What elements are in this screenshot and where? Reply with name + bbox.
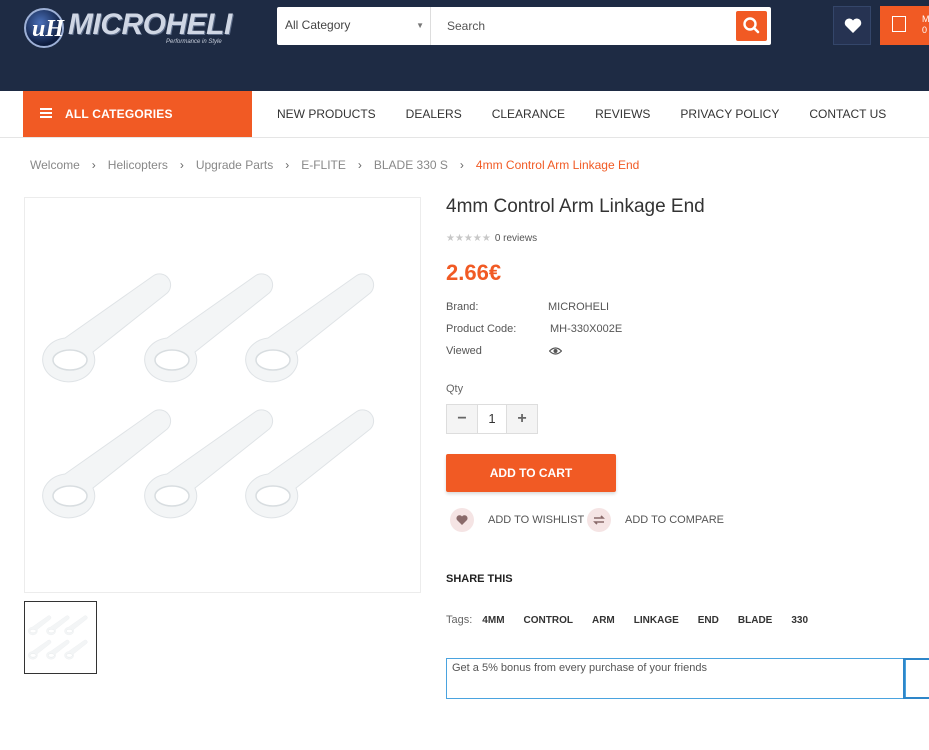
viewed-label: Viewed (446, 345, 482, 357)
product-rating[interactable]: ★★★★★ 0 reviews (446, 233, 537, 244)
product-image-linkage-ends (41, 273, 375, 519)
breadcrumb-current: 4mm Control Arm Linkage End (475, 158, 640, 172)
add-to-cart-button[interactable]: ADD TO CART (446, 454, 616, 492)
logo-mark: uH (24, 8, 64, 48)
share-this-heading: SHARE THIS (446, 573, 513, 585)
add-to-compare-link[interactable]: ADD TO COMPARE (587, 508, 724, 532)
breadcrumb-upgrade-parts[interactable]: Upgrade Parts (196, 158, 273, 172)
heart-icon (844, 18, 862, 33)
search-input[interactable] (432, 7, 732, 45)
cart-icon (892, 16, 906, 32)
nav-link-privacy-policy[interactable]: PRIVACY POLICY (665, 91, 794, 137)
product-main-image[interactable] (24, 197, 421, 593)
qty-increase-button[interactable]: + (507, 405, 537, 433)
referral-bonus-field[interactable]: Get a 5% bonus from every purchase of yo… (446, 658, 906, 699)
breadcrumb-welcome[interactable]: Welcome (30, 158, 80, 172)
heart-icon (450, 508, 474, 532)
referral-bonus-button[interactable] (903, 658, 929, 699)
search-icon (743, 17, 760, 34)
header-bar: uH MICROHELI Performance in Style All Ca… (0, 0, 929, 91)
brand-value[interactable]: MICROHELI (548, 301, 609, 313)
wishlist-button[interactable] (833, 6, 871, 45)
tag-link[interactable]: 4MM (482, 615, 504, 626)
tags-list: Tags: 4MM CONTROL ARM LINKAGE END BLADE … (446, 614, 827, 626)
nav-links: NEW PRODUCTS DEALERS CLEARANCE REVIEWS P… (262, 91, 901, 137)
site-logo[interactable]: uH MICROHELI Performance in Style (24, 6, 236, 48)
product-code-label: Product Code: (446, 323, 517, 335)
logo-text: MICROHELI (68, 8, 232, 41)
nav-link-contact-us[interactable]: CONTACT US (794, 91, 901, 137)
tags-label: Tags: (446, 614, 473, 626)
add-to-wishlist-link[interactable]: ADD TO WISHLIST (450, 508, 584, 532)
breadcrumb-separator: › (91, 158, 96, 172)
nav-link-clearance[interactable]: CLEARANCE (477, 91, 580, 137)
cart-summary: M 0 (922, 14, 929, 36)
brand-label: Brand: (446, 301, 479, 313)
dropdown-arrow-icon: ▼ (416, 21, 424, 30)
main-nav: ALL CATEGORIES NEW PRODUCTS DEALERS CLEA… (0, 91, 929, 138)
cart-summary-line1: M (922, 14, 929, 24)
cart-button[interactable]: M 0 (880, 6, 929, 45)
tag-link[interactable]: ARM (592, 615, 615, 626)
breadcrumb-separator: › (179, 158, 184, 172)
quantity-stepper: − 1 + (446, 404, 538, 434)
all-categories-button[interactable]: ALL CATEGORIES (23, 91, 252, 137)
qty-decrease-button[interactable]: − (447, 405, 477, 433)
product-price: 2.66€ (446, 260, 502, 285)
breadcrumb-separator: › (357, 158, 362, 172)
breadcrumb-separator: › (459, 158, 464, 172)
add-to-compare-label: ADD TO COMPARE (625, 514, 725, 526)
nav-link-reviews[interactable]: REVIEWS (580, 91, 665, 137)
rating-stars: ★★★★★ (446, 233, 491, 244)
breadcrumb-helicopters[interactable]: Helicopters (108, 158, 168, 172)
hamburger-icon (40, 108, 52, 118)
thumbnail-image (28, 615, 88, 660)
category-select[interactable]: All Category ▼ (277, 7, 431, 45)
tag-link[interactable]: 330 (791, 615, 808, 626)
breadcrumb-blade-330s[interactable]: BLADE 330 S (374, 158, 448, 172)
product-code-value: MH-330X002E (550, 323, 623, 335)
logo-mark-text: uH (32, 16, 65, 42)
breadcrumb-e-flite[interactable]: E-FLITE (301, 158, 346, 172)
tag-link[interactable]: END (698, 615, 719, 626)
add-to-wishlist-label: ADD TO WISHLIST (488, 514, 585, 526)
breadcrumb: Welcome › Helicopters › Upgrade Parts › … (30, 158, 639, 172)
tag-link[interactable]: CONTROL (524, 615, 573, 626)
search-button[interactable] (736, 11, 767, 41)
reviews-count: 0 reviews (494, 233, 538, 244)
search-bar: All Category ▼ (277, 7, 771, 45)
product-title: 4mm Control Arm Linkage End (446, 196, 705, 217)
qty-label: Qty (446, 383, 464, 395)
breadcrumb-separator: › (285, 158, 290, 172)
all-categories-label: ALL CATEGORIES (65, 107, 173, 121)
nav-link-dealers[interactable]: DEALERS (391, 91, 477, 137)
cart-summary-line2: 0 (922, 25, 928, 35)
logo-tagline: Performance in Style (166, 39, 222, 45)
qty-input[interactable]: 1 (477, 405, 507, 433)
eye-icon (549, 347, 562, 355)
compare-icon (587, 508, 611, 532)
tag-link[interactable]: LINKAGE (634, 615, 679, 626)
tag-link[interactable]: BLADE (738, 615, 772, 626)
category-select-value: All Category (285, 18, 351, 32)
nav-link-new-products[interactable]: NEW PRODUCTS (262, 91, 391, 137)
product-thumbnail[interactable] (24, 601, 97, 674)
